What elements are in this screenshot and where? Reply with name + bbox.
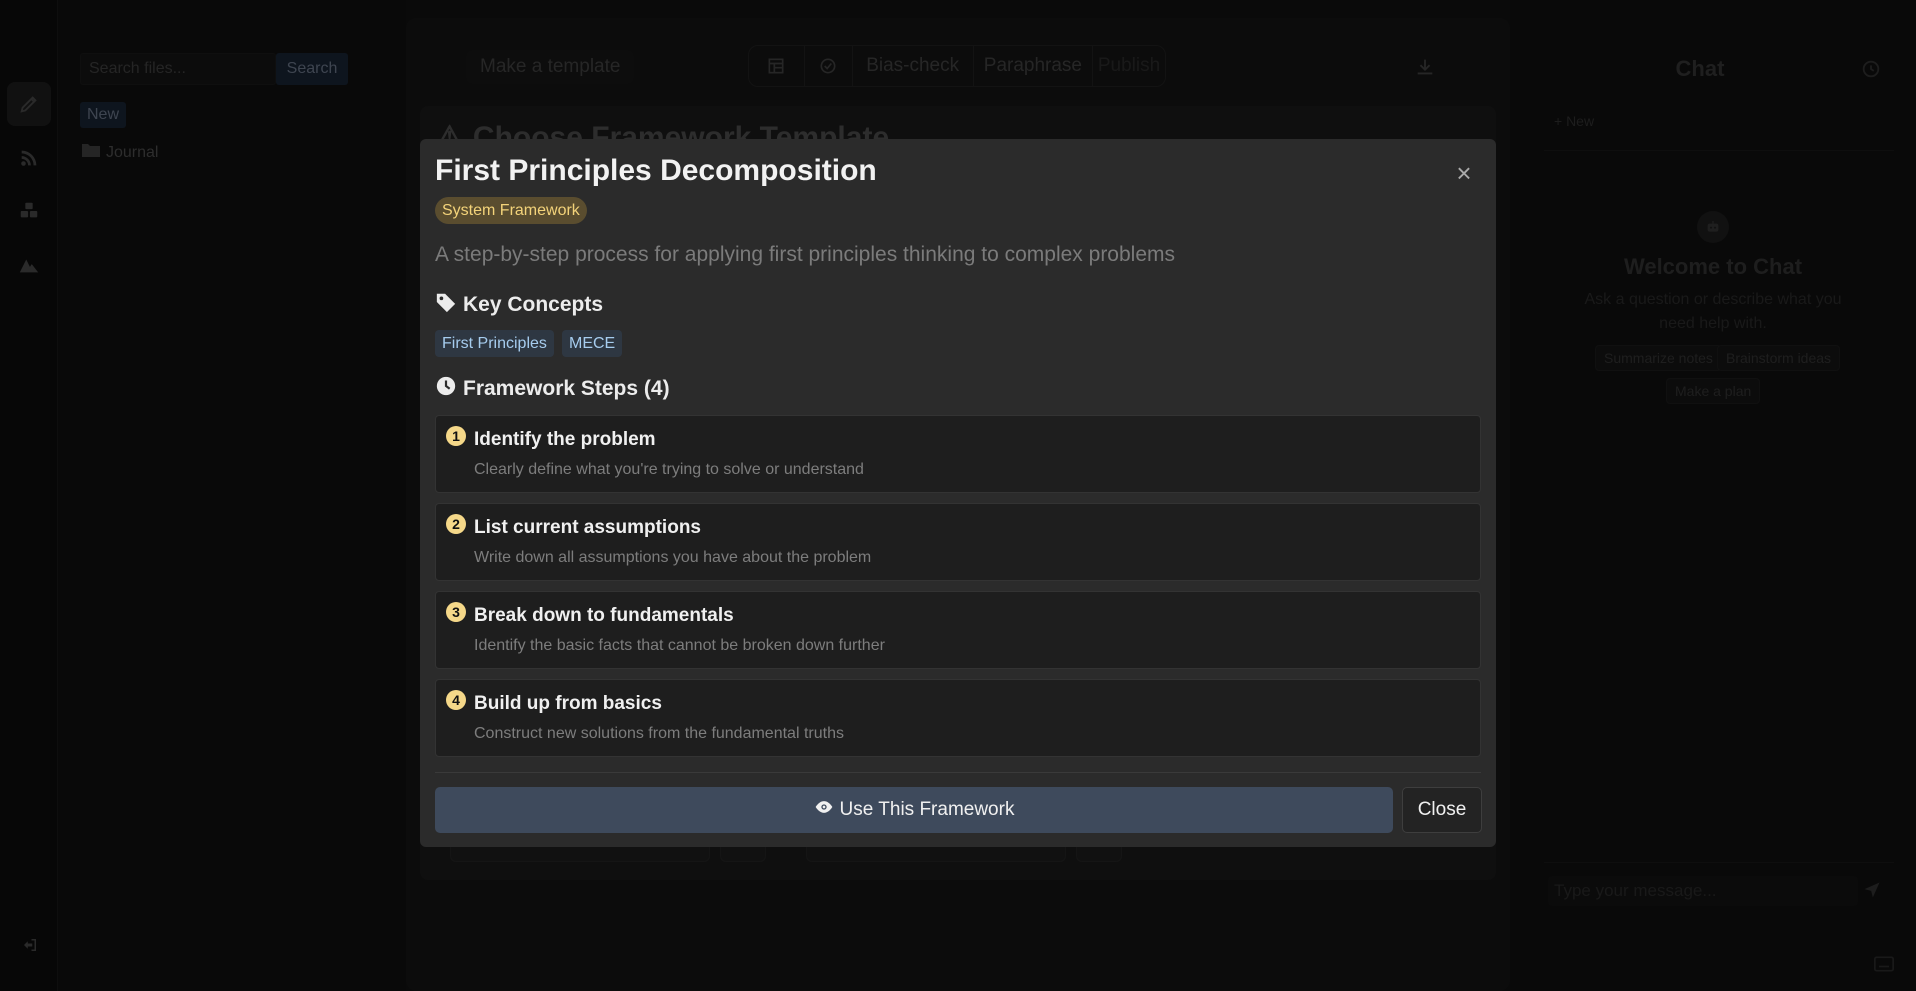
framework-step: 3 Break down to fundamentals Identify th…: [435, 591, 1481, 669]
framework-modal: First Principles Decomposition × System …: [420, 139, 1496, 847]
use-framework-button[interactable]: Use This Framework: [435, 787, 1393, 833]
tag-icon: [435, 291, 457, 319]
concept-tag: MECE: [562, 330, 623, 357]
step-title: Identify the problem: [474, 429, 656, 450]
step-number: 4: [446, 690, 466, 710]
framework-step: 1 Identify the problem Clearly define wh…: [435, 415, 1481, 493]
close-icon[interactable]: ×: [1454, 160, 1474, 186]
step-number: 2: [446, 514, 466, 534]
eye-icon: [814, 797, 834, 823]
step-description: Write down all assumptions you have abou…: [474, 549, 872, 566]
modal-title: First Principles Decomposition: [435, 154, 877, 187]
step-description: Identify the basic facts that cannot be …: [474, 637, 885, 654]
framework-step: 2 List current assumptions Write down al…: [435, 503, 1481, 581]
framework-type-badge: System Framework: [435, 197, 587, 224]
step-number: 1: [446, 426, 466, 446]
framework-description: A step-by-step process for applying firs…: [435, 243, 1176, 266]
step-title: List current assumptions: [474, 517, 701, 538]
app-root: Search files... Search New Journal Make …: [0, 0, 1916, 991]
step-number: 3: [446, 602, 466, 622]
step-title: Break down to fundamentals: [474, 605, 734, 626]
concept-tag: First Principles: [435, 330, 554, 357]
step-title: Build up from basics: [474, 693, 662, 714]
close-button[interactable]: Close: [1402, 787, 1482, 833]
step-description: Construct new solutions from the fundame…: [474, 725, 844, 742]
key-concepts-heading: Key Concepts: [435, 291, 603, 319]
divider: [435, 772, 1481, 773]
framework-step: 4 Build up from basics Construct new sol…: [435, 679, 1481, 757]
step-description: Clearly define what you're trying to sol…: [474, 461, 864, 478]
steps-heading: Framework Steps (4): [435, 375, 670, 403]
clock-icon: [435, 375, 457, 403]
